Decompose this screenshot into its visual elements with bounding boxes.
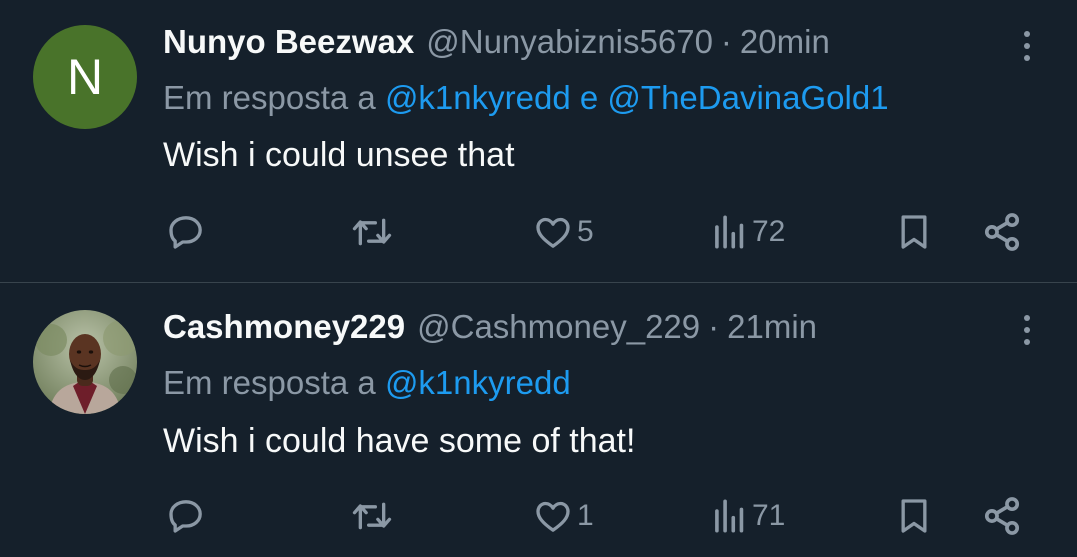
tweet-text: Wish i could unsee that xyxy=(163,136,515,174)
action-bar: 1 71 xyxy=(0,491,1077,541)
mention-conjunction: e xyxy=(570,79,608,116)
display-name[interactable]: Cashmoney229 xyxy=(163,307,405,347)
like-button[interactable]: 5 xyxy=(533,207,594,257)
heart-icon xyxy=(536,501,570,532)
timestamp[interactable]: 20min xyxy=(740,22,830,62)
reply-icon xyxy=(169,216,202,249)
avatar-initial: N xyxy=(33,25,137,129)
reply-feed: N Nunyo Beezwax @Nunyabiznis5670 · 20min… xyxy=(0,0,1077,557)
avatar-photo xyxy=(33,310,137,414)
views-button[interactable]: 72 xyxy=(712,207,785,257)
views-icon xyxy=(715,215,744,249)
like-count: 5 xyxy=(577,215,594,248)
user-handle[interactable]: @Cashmoney_229 xyxy=(417,307,700,347)
avatar[interactable]: N xyxy=(33,25,137,129)
bookmark-icon xyxy=(901,215,927,249)
reply-context: Em resposta a @k1nkyredd e @TheDavinaGol… xyxy=(163,78,889,118)
tweet-text: Wish i could have some of that! xyxy=(163,422,636,460)
reply-button[interactable] xyxy=(166,491,206,541)
timestamp[interactable]: 21min xyxy=(727,307,817,347)
share-button[interactable] xyxy=(980,491,1024,541)
action-bar: 5 72 xyxy=(0,207,1077,257)
avatar[interactable] xyxy=(33,310,137,414)
tweet-header: Cashmoney229 @Cashmoney_229 · 21min xyxy=(163,307,817,347)
reply-prefix: Em resposta a xyxy=(163,79,385,116)
view-count: 72 xyxy=(752,215,786,248)
separator: · xyxy=(720,23,732,60)
like-button[interactable]: 1 xyxy=(533,491,594,541)
display-name[interactable]: Nunyo Beezwax xyxy=(163,22,414,62)
retweet-icon xyxy=(352,502,392,530)
separator: · xyxy=(708,308,720,345)
views-icon xyxy=(715,499,744,533)
retweet-button[interactable] xyxy=(350,491,394,541)
reply-button[interactable] xyxy=(166,207,206,257)
reply-prefix: Em resposta a xyxy=(163,364,385,401)
retweet-button[interactable] xyxy=(350,207,394,257)
mention-link[interactable]: @k1nkyredd xyxy=(385,364,571,401)
reply-icon xyxy=(169,500,202,533)
reply-context: Em resposta a @k1nkyredd xyxy=(163,363,571,403)
view-count: 71 xyxy=(752,499,786,532)
tweet[interactable]: Cashmoney229 @Cashmoney_229 · 21min Em r… xyxy=(0,283,1077,557)
tweet[interactable]: N Nunyo Beezwax @Nunyabiznis5670 · 20min… xyxy=(0,0,1077,283)
share-icon xyxy=(984,213,1020,251)
share-icon xyxy=(984,497,1020,535)
mention-link[interactable]: @k1nkyredd xyxy=(385,79,571,116)
views-button[interactable]: 71 xyxy=(712,491,785,541)
share-button[interactable] xyxy=(980,207,1024,257)
more-icon[interactable] xyxy=(1017,26,1037,66)
bookmark-icon xyxy=(901,499,927,533)
heart-icon xyxy=(536,217,570,248)
like-count: 1 xyxy=(577,499,594,532)
retweet-icon xyxy=(352,218,392,246)
mention-link[interactable]: @TheDavinaGold1 xyxy=(607,79,888,116)
bookmark-button[interactable] xyxy=(894,207,934,257)
user-handle[interactable]: @Nunyabiznis5670 xyxy=(426,22,713,62)
more-icon[interactable] xyxy=(1017,310,1037,350)
bookmark-button[interactable] xyxy=(894,491,934,541)
tweet-header: Nunyo Beezwax @Nunyabiznis5670 · 20min xyxy=(163,22,830,62)
